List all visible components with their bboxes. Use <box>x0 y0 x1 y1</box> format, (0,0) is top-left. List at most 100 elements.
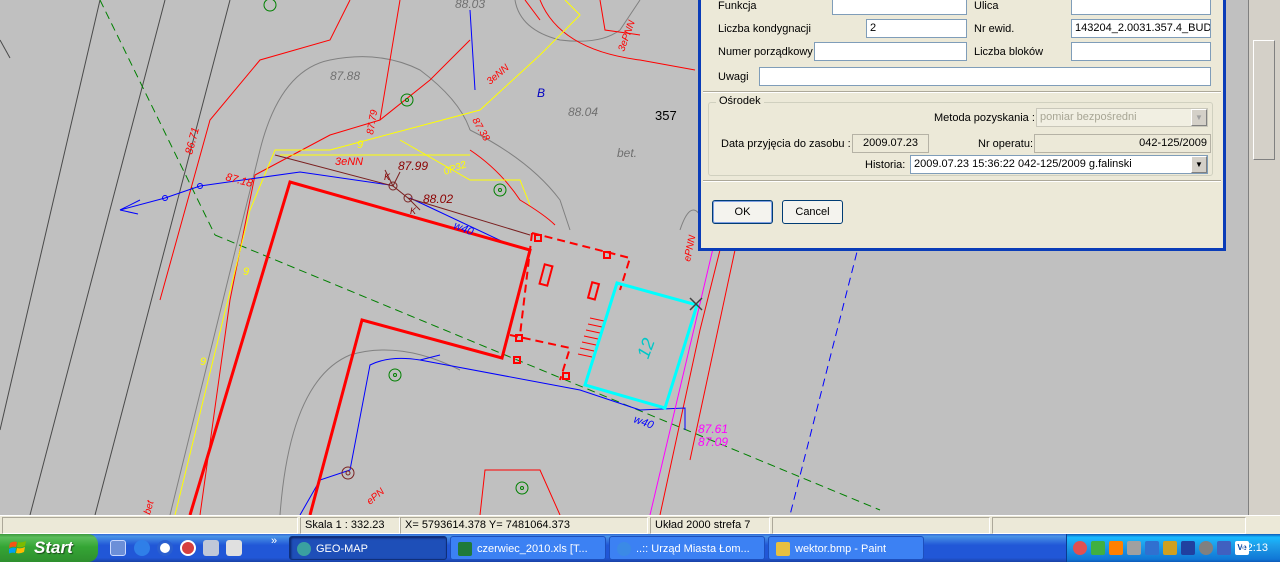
app-icon[interactable] <box>226 540 242 556</box>
parcel-number: 357 <box>655 108 677 123</box>
numer-porzadkowy-field[interactable] <box>814 42 967 61</box>
metoda-select[interactable]: pomiar bezpośredni ▼ <box>1036 108 1208 127</box>
chevron-down-icon[interactable]: ▼ <box>1191 156 1207 173</box>
excel-icon <box>458 542 472 556</box>
status-panel <box>992 517 1246 534</box>
ulica-field[interactable] <box>1071 0 1211 15</box>
media-player-icon[interactable] <box>157 540 173 556</box>
funkcja-field[interactable] <box>832 0 967 15</box>
status-bar: Skala 1 : 332.23 X= 5793614.378 Y= 74810… <box>0 515 1280 534</box>
tray-icon[interactable] <box>1163 541 1177 555</box>
liczba-kondygnacji-field[interactable]: 2 <box>866 19 967 38</box>
coordinate-system: Układ 2000 strefa 7 <box>650 517 770 534</box>
network-icon[interactable] <box>1145 541 1159 555</box>
tray-icon[interactable] <box>1127 541 1141 555</box>
taskbar-item-label: wektor.bmp - Paint <box>795 543 887 555</box>
funkcja-label: Funkcja <box>718 0 757 12</box>
ulica-label: Ulica <box>974 0 999 12</box>
taskbar-item-paint[interactable]: wektor.bmp - Paint <box>768 536 924 560</box>
status-panel <box>2 517 298 534</box>
utility-label: 9 <box>200 356 206 368</box>
volume-icon[interactable] <box>1109 541 1123 555</box>
internet-explorer-icon[interactable] <box>134 540 150 556</box>
utility-label: w40 <box>452 220 476 239</box>
gas-lines <box>174 0 581 515</box>
scrollbar-thumb[interactable] <box>1253 40 1275 160</box>
utility-label: 0P32 <box>442 159 468 177</box>
tray-icon[interactable] <box>1091 541 1105 555</box>
scale-readout: Skala 1 : 332.23 <box>300 517 400 534</box>
height-label: 88.03 <box>455 0 485 11</box>
utility-label: K <box>410 206 417 216</box>
attributes-dialog: Funkcja Ulica Liczba kondygnacji 2 Nr ew… <box>698 0 1226 251</box>
metoda-label: Metoda pozyskania : <box>934 112 1035 124</box>
utility-label: 3eNN <box>335 156 363 168</box>
numer-porzadkowy-label: Numer porządkowy <box>718 46 813 58</box>
liczba-blokow-label: Liczba bloków <box>974 46 1044 58</box>
height-label: 88.02 <box>423 192 453 206</box>
nr-ewid-field[interactable]: 143204_2.0031.357.4_BUD <box>1071 19 1211 38</box>
taskbar-item-label: czerwiec_2010.xls [T... <box>477 543 588 555</box>
internet-explorer-icon <box>617 542 631 556</box>
osrodek-title: Ośrodek <box>716 95 764 107</box>
building-label: 12 <box>633 335 659 361</box>
surface-label: bet <box>142 498 157 515</box>
height-label: 87.61 <box>698 422 728 436</box>
height-label: 87.79 <box>365 109 380 136</box>
surface-label: bet. <box>617 146 637 160</box>
tray-icon[interactable] <box>1073 541 1087 555</box>
nr-operatu-field: 042-125/2009 <box>1034 134 1211 153</box>
height-label: 87.09 <box>698 435 728 449</box>
utility-label: ePNN <box>682 233 698 262</box>
app-icon[interactable] <box>203 540 219 556</box>
utility-label: 3ePNN <box>616 18 638 53</box>
separator <box>703 91 1221 93</box>
utility-label: ePN <box>365 486 388 507</box>
taskbar-item-excel[interactable]: czerwiec_2010.xls [T... <box>450 536 606 560</box>
height-label: 87.88 <box>330 69 360 83</box>
taskbar-item-geo-map[interactable]: GEO-MAP <box>289 536 447 560</box>
app-icon[interactable] <box>180 540 196 556</box>
historia-select[interactable]: 2009.07.23 15:36:22 042-125/2009 g.falin… <box>910 155 1208 174</box>
utility-red-lines <box>159 0 736 515</box>
taskbar-item-browser[interactable]: ..:: Urząd Miasta Łom... <box>609 536 765 560</box>
quicklaunch-icon[interactable] <box>110 540 126 556</box>
uwagi-field[interactable] <box>759 67 1211 86</box>
taskbar: Start » GEO-MAP czerwiec_2010.xls [T... … <box>0 534 1280 562</box>
tray-icon[interactable] <box>1181 541 1195 555</box>
coordinates-readout: X= 5793614.378 Y= 7481064.373 <box>400 517 648 534</box>
nr-ewid-label: Nr ewid. <box>974 23 1015 35</box>
chevron-down-icon[interactable]: ▼ <box>1191 109 1207 126</box>
screen: 88.03 87.88 B 88.04 357 bet. 87.99 88.02… <box>0 0 1280 562</box>
cancel-button[interactable]: Cancel <box>782 200 843 224</box>
quicklaunch-expand[interactable]: » <box>271 535 277 547</box>
data-przyjecia-label: Data przyjęcia do zasobu : <box>721 138 851 150</box>
water-lines <box>119 9 686 515</box>
taskbar-item-label: GEO-MAP <box>316 543 368 555</box>
height-label: 87.18 <box>224 171 255 190</box>
start-label: Start <box>34 538 73 557</box>
ok-button[interactable]: OK <box>712 200 773 224</box>
utility-label: 9 <box>243 266 249 278</box>
clock[interactable]: 12:13 <box>1240 534 1268 562</box>
globe-icon <box>297 542 311 556</box>
status-panel <box>772 517 990 534</box>
windows-logo-icon <box>9 541 26 554</box>
taskbar-item-label: ..:: Urząd Miasta Łom... <box>636 543 750 555</box>
liczba-blokow-field[interactable] <box>1071 42 1211 61</box>
metoda-value: pomiar bezpośredni <box>1040 111 1137 123</box>
map-label: B <box>537 86 545 100</box>
uwagi-label: Uwagi <box>718 71 749 83</box>
boundary-lines <box>0 0 231 515</box>
historia-value: 2009.07.23 15:36:22 042-125/2009 g.falin… <box>914 158 1132 170</box>
tray-icon[interactable] <box>1199 541 1213 555</box>
start-button[interactable]: Start <box>0 534 98 562</box>
magenta-line <box>649 239 716 515</box>
utility-label: 9 <box>357 139 363 151</box>
height-label: 87.38 <box>469 116 491 144</box>
height-label: 86.71 <box>183 126 202 156</box>
tray-icon[interactable] <box>1217 541 1231 555</box>
utility-label: 3eNN <box>485 62 512 87</box>
map-vertical-scrollbar[interactable] <box>1248 0 1280 515</box>
building-outline[interactable] <box>188 180 532 515</box>
